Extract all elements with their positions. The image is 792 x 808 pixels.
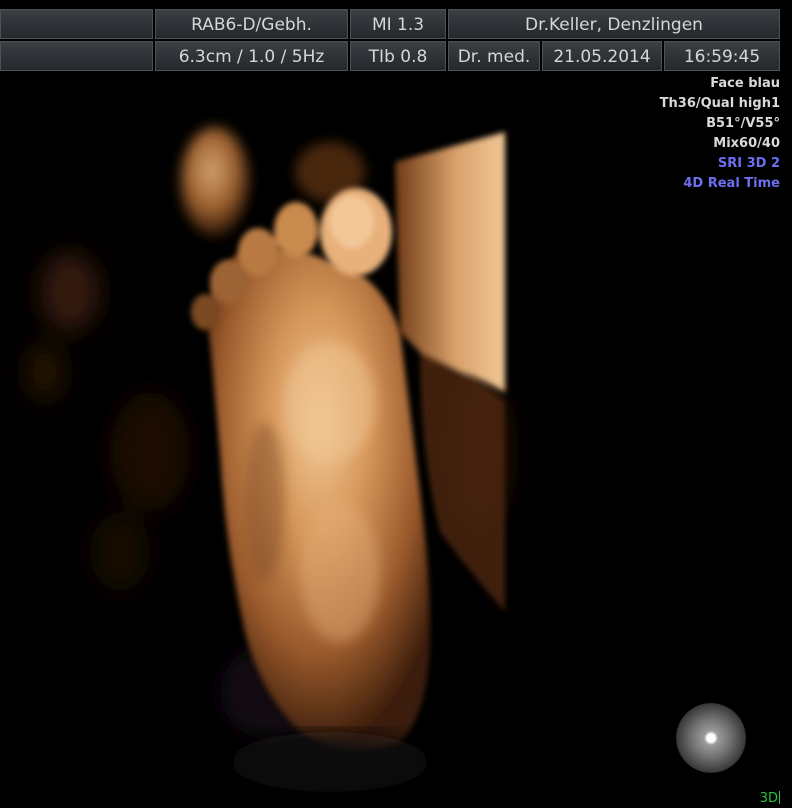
depth-value: 6.3cm / 1.0 / 5Hz (155, 41, 348, 71)
preset-label: Face blau (710, 76, 780, 91)
tib-value: TIb 0.8 (350, 41, 446, 71)
exam-time: 16:59:45 (664, 41, 780, 71)
acquisition-settings: Face blau Th36/Qual high1 B51°/V55° Mix6… (660, 74, 780, 194)
mode-3d-indicator: 3D (760, 791, 780, 806)
mode-3d-label: 3D (759, 791, 778, 806)
header-blank-cell (0, 9, 153, 39)
bottom-shadow (230, 732, 430, 792)
exam-date: 21.05.2014 (542, 41, 662, 71)
angles-label: B51°/V55° (706, 116, 780, 131)
quality-label: Th36/Qual high1 (659, 96, 780, 111)
sri-label: SRI 3D 2 (717, 156, 780, 171)
orientation-sphere-icon (676, 703, 746, 773)
cursor-icon (779, 791, 780, 804)
probe-label: RAB6-D/Gebh. (155, 9, 348, 39)
header-bar: RAB6-D/Gebh. MI 1.3 Dr.Keller, Denzlinge… (0, 0, 792, 72)
clinic-name: Dr.Keller, Denzlingen (448, 9, 780, 39)
mi-value: MI 1.3 (350, 9, 446, 39)
physician-title: Dr. med. (448, 41, 540, 71)
mode-label: 4D Real Time (683, 176, 780, 191)
mix-label: Mix60/40 (713, 136, 780, 151)
header-blank-cell-2 (0, 41, 153, 71)
